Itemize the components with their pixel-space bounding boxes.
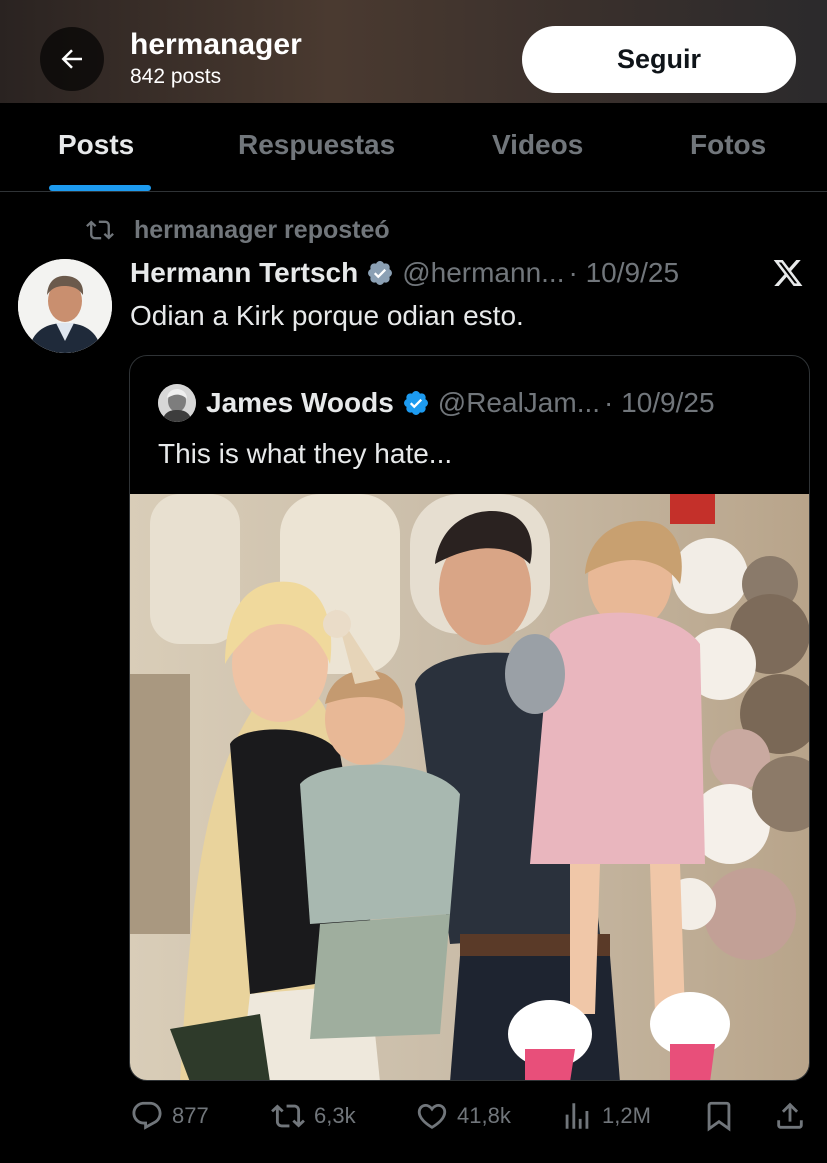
reply-button[interactable]: 877 bbox=[130, 1094, 209, 1138]
repost-icon bbox=[86, 220, 114, 240]
quoted-post-date: · 10/9/25 bbox=[604, 387, 715, 418]
reply-count: 877 bbox=[172, 1103, 209, 1128]
author-avatar[interactable] bbox=[18, 259, 112, 353]
profile-username: hermanager bbox=[130, 28, 302, 61]
like-count: 41,8k bbox=[457, 1103, 511, 1128]
views-button[interactable]: 1,2M bbox=[560, 1094, 651, 1138]
repost-indicator: hermanager reposteó bbox=[84, 212, 390, 248]
post-author-name[interactable]: Hermann Tertsch bbox=[130, 257, 358, 289]
follow-button[interactable]: Seguir bbox=[522, 26, 796, 93]
back-arrow-icon bbox=[61, 49, 82, 69]
repost-button[interactable]: 6,3k bbox=[270, 1094, 356, 1138]
verified-badge-icon bbox=[403, 391, 428, 415]
like-icon bbox=[417, 1103, 447, 1129]
repost-text: hermanager reposteó bbox=[134, 215, 390, 244]
post-header: Hermann Tertsch @hermann... · 10/9/25 bbox=[130, 253, 820, 293]
share-button[interactable] bbox=[773, 1094, 807, 1138]
views-icon bbox=[565, 1103, 589, 1129]
repost-icon bbox=[271, 1104, 305, 1128]
reply-icon bbox=[132, 1101, 162, 1130]
bookmark-button[interactable] bbox=[702, 1094, 736, 1138]
tab-videos[interactable]: Videos bbox=[492, 129, 583, 161]
quoted-author-avatar bbox=[158, 384, 196, 422]
verified-badge-icon bbox=[368, 261, 393, 285]
like-button[interactable]: 41,8k bbox=[415, 1094, 511, 1138]
tab-respuestas[interactable]: Respuestas bbox=[238, 129, 395, 161]
profile-tabs: Posts Respuestas Videos Fotos bbox=[0, 103, 827, 192]
active-tab-indicator bbox=[49, 185, 151, 191]
quoted-post-image[interactable] bbox=[130, 494, 809, 1080]
post-text: Odian a Kirk porque odian esto. bbox=[130, 300, 524, 331]
bookmark-icon bbox=[707, 1101, 731, 1132]
quoted-author-name: James Woods bbox=[206, 387, 394, 418]
x-logo-icon bbox=[771, 257, 805, 294]
quoted-author-handle: @RealJam... bbox=[437, 387, 601, 418]
tab-posts[interactable]: Posts bbox=[58, 129, 134, 161]
quoted-post-text: This is what they hate... bbox=[158, 438, 453, 469]
post-action-bar: 877 6,3k 41,8k 1,2M bbox=[130, 1094, 820, 1138]
share-icon bbox=[777, 1102, 803, 1129]
quoted-post-header: James Woods @RealJam... · 10/9/25 bbox=[158, 383, 715, 423]
post-author-handle[interactable]: @hermann... bbox=[402, 257, 564, 289]
repost-count: 6,3k bbox=[314, 1103, 356, 1128]
views-count: 1,2M bbox=[602, 1103, 651, 1128]
back-button[interactable] bbox=[40, 27, 104, 91]
quoted-post-card[interactable]: James Woods @RealJam... · 10/9/25 This i… bbox=[129, 355, 810, 1081]
profile-posts-count: 842 posts bbox=[130, 65, 222, 88]
profile-header: hermanager 842 posts Seguir bbox=[0, 0, 827, 103]
tab-fotos[interactable]: Fotos bbox=[690, 129, 766, 161]
post-date[interactable]: · 10/9/25 bbox=[569, 257, 680, 289]
